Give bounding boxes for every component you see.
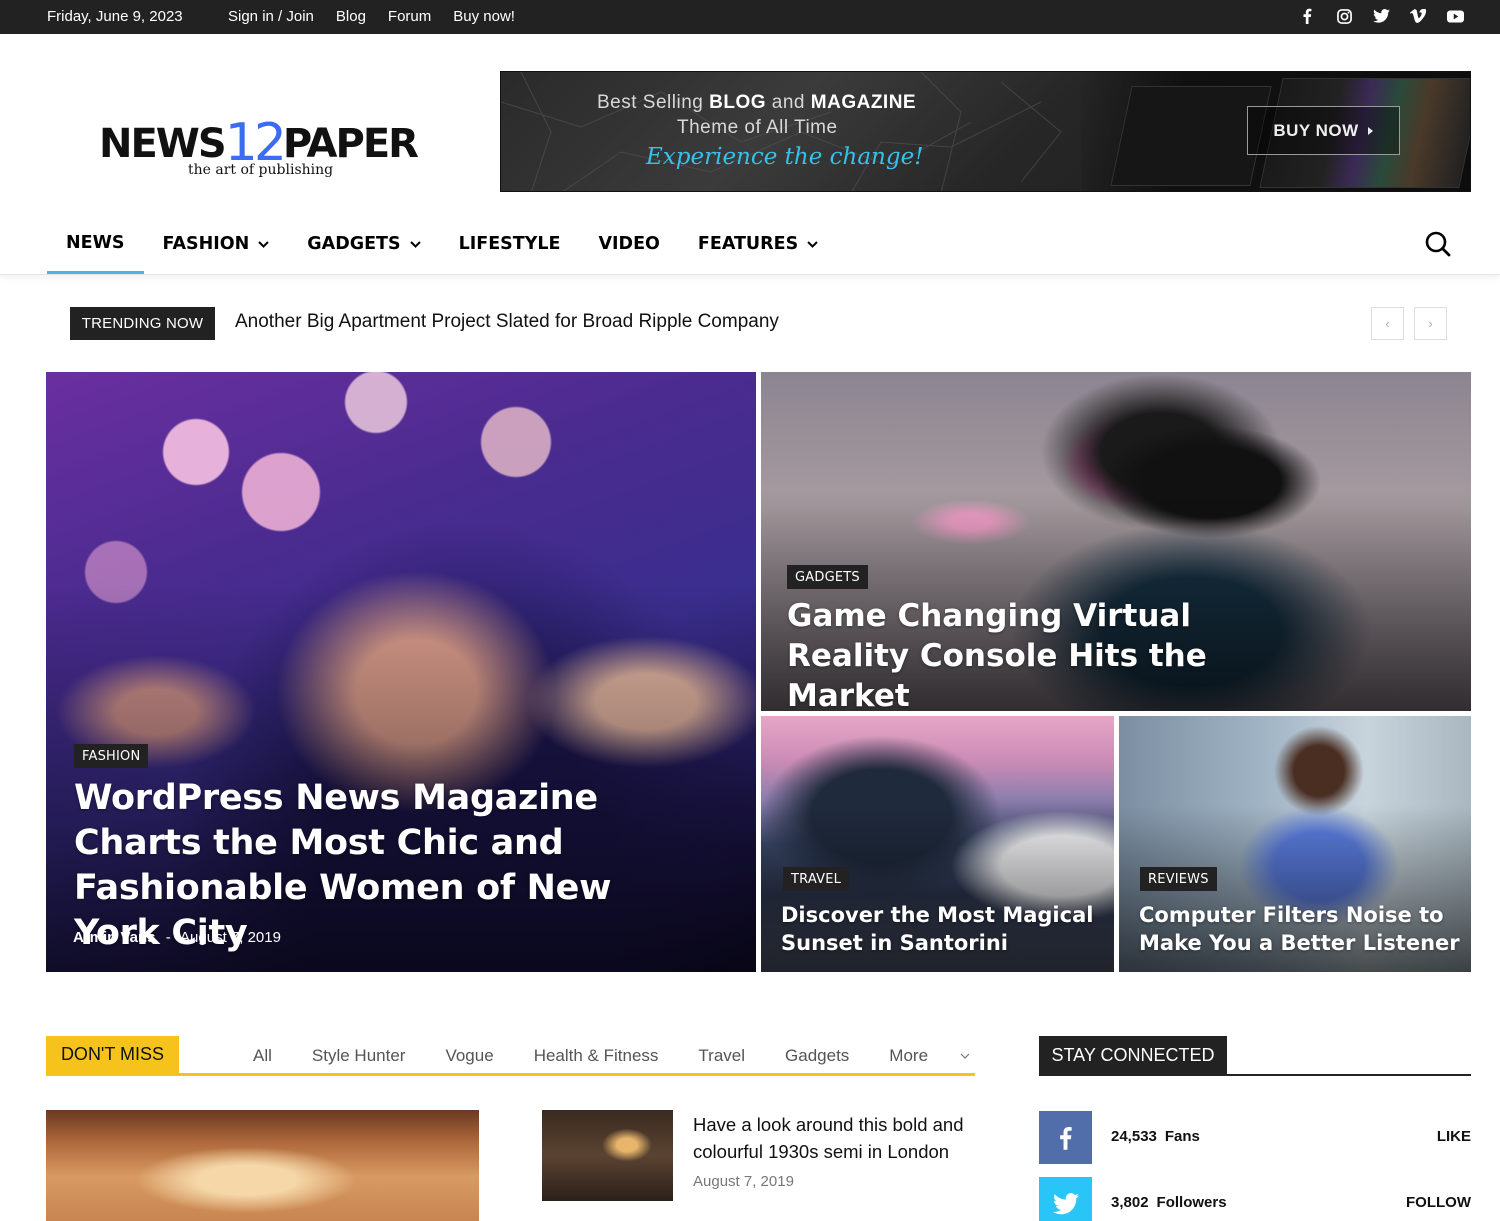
tab-style-hunter[interactable]: Style Hunter — [292, 1046, 426, 1066]
chevron-down-icon — [409, 240, 421, 248]
social-counter-twitter: 3,802 Followers FOLLOW — [1039, 1177, 1471, 1221]
buy-now-link[interactable]: Buy now! — [453, 8, 515, 25]
dont-miss-header: DON'T MISS All Style Hunter Vogue Health… — [46, 1036, 975, 1076]
chevron-right-icon: › — [1428, 316, 1433, 331]
post-date: August 7, 2019 — [693, 1173, 794, 1190]
twitter-icon[interactable] — [1372, 7, 1390, 25]
logo-text-paper: PAPER — [282, 121, 419, 167]
trending-now-label: TRENDING NOW — [70, 307, 215, 340]
instagram-icon[interactable] — [1335, 7, 1353, 25]
tab-more-dropdown[interactable]: More — [869, 1046, 990, 1066]
facebook-icon[interactable] — [1298, 7, 1316, 25]
logo-tagline: the art of publishing — [188, 162, 334, 178]
nav-item-features[interactable]: FEATURES — [679, 214, 837, 274]
youtube-icon[interactable] — [1446, 7, 1464, 25]
featured-post-gadgets[interactable]: GADGETS Game Changing Virtual Reality Co… — [761, 372, 1471, 711]
banner-line-2: Theme of All Time — [677, 117, 838, 138]
dont-miss-tabs: All Style Hunter Vogue Health & Fitness … — [253, 1046, 990, 1066]
meta-separator: - — [165, 929, 171, 946]
twitter-icon[interactable] — [1039, 1177, 1092, 1221]
post-date: August 7, 2019 — [180, 929, 281, 946]
post-title[interactable]: Computer Filters Noise to Make You a Bet… — [1139, 901, 1464, 957]
current-date: Friday, June 9, 2023 — [47, 8, 183, 25]
caret-right-icon — [1367, 126, 1373, 135]
nav-item-video[interactable]: VIDEO — [579, 214, 678, 274]
site-logo[interactable]: NEWS12PAPER the art of publishing — [99, 102, 429, 182]
category-badge[interactable]: REVIEWS — [1140, 867, 1217, 891]
nav-item-news[interactable]: NEWS — [47, 214, 144, 274]
nav-item-fashion[interactable]: FASHION — [144, 214, 289, 274]
stay-connected-header: STAY CONNECTED — [1039, 1036, 1471, 1076]
logo-wordmark: NEWS12PAPER — [99, 110, 419, 173]
category-badge[interactable]: FASHION — [74, 744, 149, 768]
post-author[interactable]: Armin Vans — [73, 929, 156, 946]
post-meta: Armin Vans - August 7, 2019 — [73, 929, 281, 946]
logo-text-news: NEWS — [99, 121, 227, 167]
banner-line-3: Experience the change! — [646, 144, 924, 170]
post-title[interactable]: Have a look around this bold and colourf… — [693, 1111, 983, 1165]
forum-link[interactable]: Forum — [388, 8, 431, 25]
facebook-like-button[interactable]: LIKE — [1437, 1128, 1471, 1145]
main-navigation: NEWS FASHION GADGETS LIFESTYLE VIDEO FEA… — [0, 214, 1500, 275]
tab-gadgets[interactable]: Gadgets — [765, 1046, 869, 1066]
banner-buy-now-button[interactable]: BUY NOW — [1247, 106, 1400, 155]
header-ad-banner[interactable]: Best Selling BLOG and MAGAZINE Theme of … — [500, 71, 1471, 192]
trending-prev-button[interactable]: ‹ — [1371, 307, 1404, 340]
nav-item-gadgets[interactable]: GADGETS — [288, 214, 439, 274]
top-links: Sign in / Join Blog Forum Buy now! — [228, 8, 515, 25]
featured-post-reviews[interactable]: REVIEWS Computer Filters Noise to Make Y… — [1119, 716, 1471, 972]
facebook-icon[interactable] — [1039, 1111, 1092, 1164]
post-title[interactable]: Game Changing Virtual Reality Console Hi… — [787, 596, 1307, 711]
twitter-follow-button[interactable]: FOLLOW — [1406, 1194, 1471, 1211]
category-badge[interactable]: TRAVEL — [783, 867, 850, 891]
banner-line-1: Best Selling BLOG and MAGAZINE — [597, 92, 917, 113]
category-badge[interactable]: GADGETS — [787, 565, 868, 589]
social-links — [1298, 7, 1464, 25]
twitter-followers-count: 3,802 — [1111, 1194, 1149, 1211]
trending-headline[interactable]: Another Big Apartment Project Slated for… — [235, 311, 779, 333]
blog-link[interactable]: Blog — [336, 8, 366, 25]
banner-buy-now-label: BUY NOW — [1273, 120, 1359, 140]
chevron-down-icon — [960, 1053, 970, 1059]
chevron-left-icon: ‹ — [1385, 316, 1390, 331]
facebook-fans-label: Fans — [1164, 1128, 1200, 1145]
sign-in-link[interactable]: Sign in / Join — [228, 8, 314, 25]
featured-post-travel[interactable]: TRAVEL Discover the Most Magical Sunset … — [761, 716, 1114, 972]
nav-item-lifestyle[interactable]: LIFESTYLE — [440, 214, 580, 274]
social-counter-facebook: 24,533 Fans LIKE — [1039, 1111, 1471, 1164]
top-bar: Friday, June 9, 2023 Sign in / Join Blog… — [0, 0, 1500, 34]
chevron-down-icon — [258, 240, 270, 248]
stay-connected-label: STAY CONNECTED — [1039, 1036, 1227, 1075]
tab-vogue[interactable]: Vogue — [425, 1046, 513, 1066]
tab-all[interactable]: All — [253, 1046, 292, 1066]
twitter-followers-label: Followers — [1156, 1194, 1227, 1211]
trending-next-button[interactable]: › — [1414, 307, 1447, 340]
tab-travel[interactable]: Travel — [678, 1046, 765, 1066]
dont-miss-label: DON'T MISS — [46, 1036, 179, 1073]
post-thumbnail-large[interactable] — [46, 1110, 479, 1221]
facebook-fans-count: 24,533 — [1111, 1128, 1157, 1145]
vimeo-icon[interactable] — [1409, 7, 1427, 25]
chevron-down-icon — [807, 240, 818, 248]
featured-post-main[interactable]: FASHION WordPress News Magazine Charts t… — [46, 372, 756, 972]
post-thumbnail-small[interactable] — [542, 1110, 673, 1201]
search-icon[interactable] — [1424, 230, 1452, 258]
post-title[interactable]: Discover the Most Magical Sunset in Sant… — [781, 901, 1101, 957]
tab-health-fitness[interactable]: Health & Fitness — [514, 1046, 679, 1066]
